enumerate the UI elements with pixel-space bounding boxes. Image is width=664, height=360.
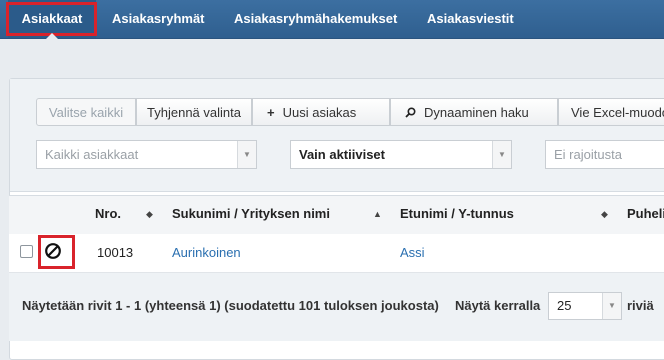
new-customer-button[interactable]: + Uusi asiakas (252, 98, 390, 126)
page-size-label: Näytä kerralla (455, 298, 541, 313)
customer-filter-select[interactable]: Kaikki asiakkaat ▼ (36, 140, 257, 169)
select-all-button[interactable]: Valitse kaikki (36, 98, 136, 126)
column-header-surname[interactable]: Sukunimi / Yrityksen nimi (172, 196, 330, 232)
column-header-firstname[interactable]: Etunimi / Y-tunnus (400, 196, 514, 232)
panel-toolbar-area (10, 79, 664, 192)
active-tab-caret (46, 33, 58, 39)
sort-ascending-icon[interactable]: ▲ (373, 196, 382, 232)
cell-nro: 10013 (97, 245, 134, 260)
page-size-select[interactable]: 25 ▼ (548, 292, 622, 320)
search-icon (405, 99, 416, 125)
sort-both-icon[interactable]: ◆ (146, 196, 153, 232)
status-filter-value: Vain aktiiviset (299, 147, 385, 162)
restriction-filter-select[interactable]: Ei rajoitusta (545, 140, 664, 169)
nav-tab-asiakasryhmat[interactable]: Asiakasryhmät (112, 0, 205, 38)
status-icon-highlight (38, 235, 75, 269)
cell-surname-link[interactable]: Aurinkoinen (172, 234, 241, 272)
chevron-down-icon: ▼ (492, 141, 511, 168)
nav-tab-asiakasryhmahakemukset[interactable]: Asiakasryhmähakemukset (234, 0, 397, 38)
column-header-phone[interactable]: Puhelin (627, 196, 664, 232)
row-checkbox[interactable] (20, 245, 33, 258)
page-size-suffix: riviä (627, 298, 654, 313)
plus-icon: + (267, 105, 275, 120)
dynamic-search-label: Dynaaminen haku (424, 105, 529, 120)
chevron-down-icon: ▼ (237, 141, 256, 168)
cell-firstname-link[interactable]: Assi (400, 234, 425, 272)
excel-export-button[interactable]: Vie Excel-muodossa (558, 98, 664, 126)
column-header-nro[interactable]: Nro. (95, 196, 121, 232)
status-filter-select[interactable]: Vain aktiiviset ▼ (290, 140, 512, 169)
nav-tab-asiakasviestit[interactable]: Asiakasviestit (427, 0, 514, 38)
chevron-down-icon: ▼ (602, 293, 621, 319)
dynamic-search-button[interactable]: Dynaaminen haku (390, 98, 558, 126)
sort-both-icon[interactable]: ◆ (601, 196, 608, 232)
new-customer-label: Uusi asiakas (282, 105, 357, 120)
restriction-filter-placeholder: Ei rajoitusta (554, 147, 622, 162)
clear-selection-button[interactable]: Tyhjennä valinta (136, 98, 252, 126)
customer-filter-placeholder: Kaikki asiakkaat (45, 147, 139, 162)
page-size-value: 25 (557, 298, 572, 313)
result-summary: Näytetään rivit 1 - 1 (yhteensä 1) (suod… (22, 298, 439, 313)
